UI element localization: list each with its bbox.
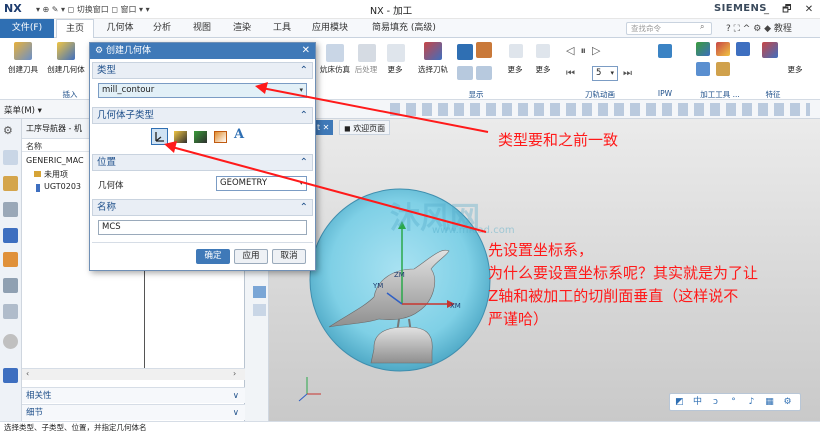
annotation-mcs-3: Z轴和被加工的切削面垂直（这样说不 [488,287,739,305]
annotation-mcs-2: 为什么要设置坐标系呢？其实就是为了让 [488,264,759,282]
arrow-head-mcs [164,141,177,153]
arrow-to-mcs [171,146,487,233]
arrow-to-type [261,87,489,133]
annotation-arrows [164,82,489,233]
annotation-mcs-4: 严谨哈） [488,310,549,328]
status-bar: 选择类型、子类型、位置，并指定几何体名 [0,421,820,434]
annotation-type: 类型要和之前一致 [498,131,619,149]
arrow-head-type [255,82,268,94]
annotation-mcs-1: 先设置坐标系， [488,241,594,259]
